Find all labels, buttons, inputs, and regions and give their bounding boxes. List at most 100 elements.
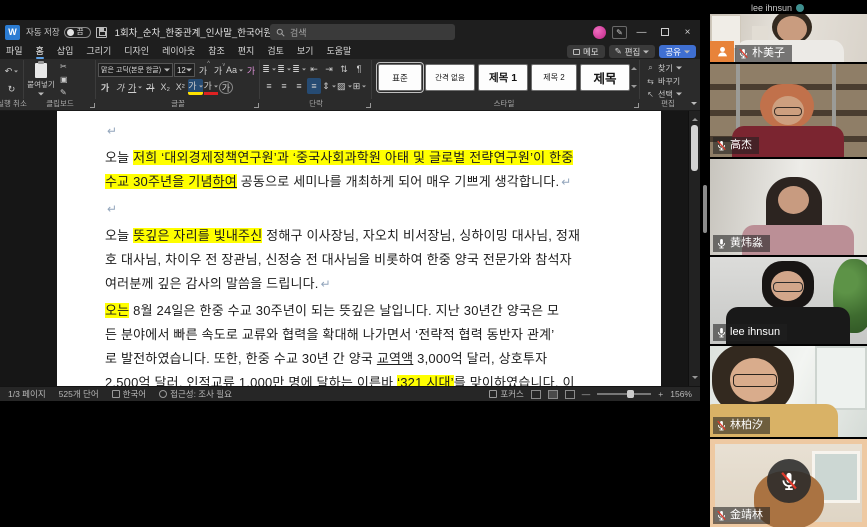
- style-표준[interactable]: 표준: [378, 64, 422, 91]
- tab-레이아웃[interactable]: 레이아웃: [162, 44, 195, 59]
- tab-삽입[interactable]: 삽입: [57, 44, 74, 59]
- tab-그리기[interactable]: 그리기: [86, 44, 111, 59]
- paragraph-tool-6[interactable]: ¶: [352, 61, 366, 77]
- font-size-select[interactable]: 12: [174, 63, 195, 77]
- undo-button-1[interactable]: ↻: [5, 81, 19, 97]
- comments-button[interactable]: 메모: [567, 45, 605, 58]
- font-format-button-6[interactable]: 가: [188, 79, 202, 95]
- tab-파일[interactable]: 파일: [6, 44, 23, 59]
- participant-tile-6[interactable]: 金靖林: [710, 439, 867, 527]
- font-format-button-8[interactable]: 가: [219, 81, 233, 94]
- zoom-level[interactable]: 156%: [670, 389, 692, 399]
- tab-편지[interactable]: 편지: [238, 44, 255, 59]
- font-format-button-2[interactable]: 가: [128, 79, 142, 95]
- font-tool-1[interactable]: 가: [211, 62, 225, 78]
- pen-mode-icon[interactable]: ✎: [612, 26, 627, 39]
- word-count[interactable]: 525개 단어: [59, 388, 99, 400]
- autosave-toggle[interactable]: 끔: [64, 27, 91, 38]
- paragraph-tool-5[interactable]: ⇅: [337, 61, 351, 77]
- participant-tile-1[interactable]: 朴美子: [710, 14, 867, 62]
- style-제목 2[interactable]: 제목 2: [531, 64, 577, 91]
- font-format-button-3[interactable]: 가: [143, 79, 157, 95]
- dialog-launcher-icon[interactable]: [366, 103, 371, 108]
- zoom-knob[interactable]: [627, 390, 634, 398]
- dialog-launcher-icon[interactable]: [634, 103, 639, 108]
- undo-button-0[interactable]: ↶: [5, 63, 19, 79]
- focus-mode-button[interactable]: 포커스: [489, 388, 523, 400]
- tab-도움말[interactable]: 도움말: [326, 44, 351, 59]
- paragraph-tool-2[interactable]: ≣: [292, 61, 306, 77]
- zoom-out-button[interactable]: —: [582, 389, 591, 399]
- muted-mic-icon: [738, 48, 749, 59]
- zoom-in-button[interactable]: +: [658, 389, 663, 399]
- paragraph-4: 오는 8월 24일은 한중 수교 30주년이 되는 뜻깊은 날입니다. 지난 3…: [105, 299, 645, 386]
- paragraph-tool-0[interactable]: ≣: [262, 61, 276, 77]
- tab-디자인[interactable]: 디자인: [124, 44, 149, 59]
- language-status[interactable]: 한국어: [112, 388, 146, 400]
- editing-mode-button[interactable]: ✎ 편집: [609, 45, 656, 58]
- dialog-launcher-icon[interactable]: [254, 103, 259, 108]
- document-page[interactable]: ↵오늘 저희 ‘대외경제정책연구원’과 ‘중국사회과학원 아태 및 글로벌 전략…: [57, 111, 661, 386]
- clipboard-mini-button-1[interactable]: ▣: [58, 74, 72, 86]
- tab-참조[interactable]: 참조: [208, 44, 225, 59]
- share-button[interactable]: 공유: [659, 45, 696, 58]
- document-scrollbar[interactable]: [688, 111, 700, 386]
- paragraph-align-button-2[interactable]: ≡: [292, 78, 306, 94]
- font-format-button-4[interactable]: X₂: [158, 79, 172, 95]
- editing-찾기[interactable]: ⌕찾기: [646, 62, 700, 74]
- font-tool-0[interactable]: 가: [196, 62, 210, 78]
- styles-scroll[interactable]: [630, 64, 637, 91]
- paste-button[interactable]: 붙여넣기: [24, 60, 58, 99]
- scrollbar-thumb[interactable]: [691, 125, 698, 171]
- font-tool-2[interactable]: Aa: [226, 62, 243, 78]
- page-count[interactable]: 1/3 페이지: [8, 388, 46, 400]
- paragraph-tool-3[interactable]: ⇤: [307, 61, 321, 77]
- tab-홈[interactable]: 홈: [36, 44, 44, 59]
- sidebar-scroll-thumb[interactable]: [703, 185, 707, 233]
- style-제목 1[interactable]: 제목 1: [478, 64, 528, 91]
- style-간격 없음[interactable]: 간격 없음: [425, 64, 475, 91]
- clipboard-mini-button-0[interactable]: ✂: [58, 61, 72, 73]
- ribbon-collapse-icon[interactable]: [691, 102, 697, 108]
- paragraph-tool-4[interactable]: ⇥: [322, 61, 336, 77]
- close-button[interactable]: ×: [679, 23, 696, 41]
- font-format-button-5[interactable]: X²: [173, 79, 187, 95]
- paragraph-align-button-1[interactable]: ≡: [277, 78, 291, 94]
- tab-검토[interactable]: 검토: [267, 44, 284, 59]
- print-layout-icon[interactable]: [548, 390, 558, 399]
- sidebar-scrollbar[interactable]: [700, 0, 710, 527]
- participant-tile-2[interactable]: 高杰: [710, 64, 867, 157]
- font-format-button-0[interactable]: 가: [98, 79, 112, 95]
- minimize-button[interactable]: —: [633, 23, 650, 41]
- participant-tile-5[interactable]: 林柏汐: [710, 346, 867, 437]
- paragraph-align-button-3[interactable]: ≡: [307, 78, 321, 94]
- paragraph-tool-1[interactable]: ≣: [277, 61, 291, 77]
- save-icon[interactable]: [96, 27, 107, 38]
- participant-tile-3[interactable]: 黄炜淼: [710, 159, 867, 255]
- scroll-up-icon[interactable]: [692, 115, 698, 121]
- accessibility-status[interactable]: 접근성: 조사 필요: [159, 388, 232, 400]
- autosave-state: 끔: [77, 28, 84, 36]
- font-format-button-7[interactable]: 가: [204, 79, 218, 95]
- font-name-select[interactable]: 맑은 고딕(본문 한글): [98, 63, 173, 77]
- participant-tile-4[interactable]: lee ihnsun: [710, 257, 867, 344]
- restore-button[interactable]: [656, 23, 673, 41]
- web-layout-icon[interactable]: [565, 390, 575, 399]
- read-mode-icon[interactable]: [531, 390, 541, 399]
- paragraph-align-button-0[interactable]: ≡: [262, 78, 276, 94]
- paragraph-align-button-4[interactable]: ⇕: [322, 78, 336, 94]
- zoom-slider[interactable]: [597, 393, 651, 395]
- paragraph-align-button-6[interactable]: ⊞: [353, 78, 367, 94]
- paragraph-align-button-5[interactable]: ▨: [337, 78, 352, 94]
- focus-icon: [489, 390, 497, 398]
- account-avatar[interactable]: [593, 26, 606, 39]
- tab-보기[interactable]: 보기: [297, 44, 314, 59]
- scroll-down-icon[interactable]: [692, 376, 698, 382]
- editing-바꾸기[interactable]: ⇆바꾸기: [646, 75, 700, 87]
- style-제목[interactable]: 제목: [580, 64, 630, 91]
- dialog-launcher-icon[interactable]: [90, 103, 95, 108]
- clipboard-mini-button-2[interactable]: ✎: [58, 87, 72, 99]
- font-format-button-1[interactable]: 가: [113, 79, 127, 95]
- font-tool-3[interactable]: 가: [244, 62, 258, 78]
- search-input[interactable]: 검색: [270, 24, 455, 40]
